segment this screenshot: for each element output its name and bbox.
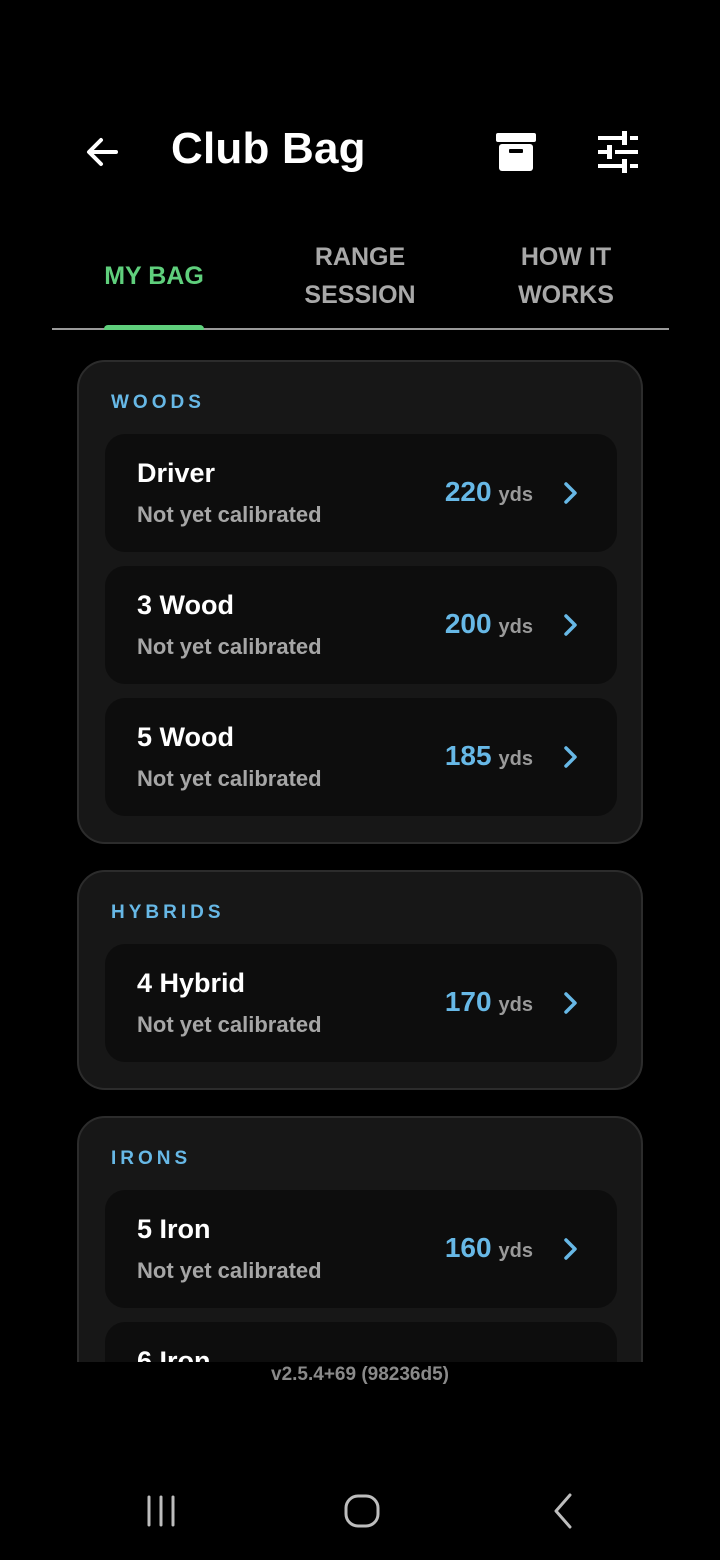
section-hybrids: HYBRIDS 4 Hybrid Not yet calibrated 170 … <box>77 870 643 1090</box>
distance-value: 185 <box>444 740 492 771</box>
club-row-3-wood[interactable]: 3 Wood Not yet calibrated 200 yds <box>105 566 617 684</box>
club-name: 5 Wood <box>137 722 234 752</box>
version-label: v2.5.4+69 (98236d5) <box>271 1364 449 1385</box>
home-button[interactable] <box>332 1486 392 1536</box>
tab-range-session[interactable]: RANGE SESSION <box>258 224 462 328</box>
club-name: Driver <box>137 458 216 488</box>
tab-indicator <box>104 325 204 330</box>
club-distance: 200 yds <box>445 608 533 640</box>
app-bar: Club Bag <box>0 100 720 204</box>
distance-unit: yds <box>498 1240 533 1262</box>
tune-button[interactable] <box>594 128 642 176</box>
club-distance: 160 yds <box>445 1232 533 1264</box>
section-woods: WOODS Driver Not yet calibrated 220 yds … <box>77 360 643 844</box>
club-status: Not yet calibrated <box>137 766 322 791</box>
club-bag-screen: Club Bag MY BAG RANGE SESSION HOW IT WOR… <box>0 0 720 1560</box>
section-title: IRONS <box>111 1148 192 1169</box>
chevron-right-icon <box>564 614 577 636</box>
club-distance: 170 yds <box>445 986 533 1018</box>
club-row-4-hybrid[interactable]: 4 Hybrid Not yet calibrated 170 yds <box>105 944 617 1062</box>
club-name: 3 Wood <box>137 590 234 620</box>
nav-back-icon <box>554 1493 572 1529</box>
distance-unit: yds <box>498 994 533 1016</box>
recent-apps-button[interactable] <box>131 1486 191 1536</box>
club-distance: 185 yds <box>445 740 533 772</box>
club-distance: 220 yds <box>445 476 533 508</box>
back-button[interactable] <box>78 128 126 176</box>
distance-unit: yds <box>498 484 533 506</box>
recent-apps-icon <box>147 1495 175 1527</box>
distance-unit: yds <box>498 748 533 770</box>
section-irons: IRONS 5 Iron Not yet calibrated 160 yds … <box>77 1116 643 1362</box>
club-status: Not yet calibrated <box>137 502 322 527</box>
distance-value: 170 <box>444 986 492 1017</box>
tab-how-it-works[interactable]: HOW IT WORKS <box>464 224 668 328</box>
distance-value: 200 <box>444 608 492 639</box>
home-icon <box>344 1494 380 1528</box>
distance-unit: yds <box>498 616 533 638</box>
tune-icon <box>598 131 638 173</box>
club-name: 6 Iron <box>137 1346 211 1362</box>
arrow-left-icon <box>87 138 118 166</box>
section-title: HYBRIDS <box>111 902 225 923</box>
distance-value: 220 <box>444 476 492 507</box>
tab-my-bag[interactable]: MY BAG <box>52 224 256 328</box>
chevron-right-icon <box>564 746 577 768</box>
chevron-right-icon <box>564 482 577 504</box>
club-list[interactable]: WOODS Driver Not yet calibrated 220 yds … <box>0 360 720 1362</box>
archive-button[interactable] <box>492 128 540 176</box>
chevron-right-icon <box>564 992 577 1014</box>
system-nav-bar <box>0 1470 720 1560</box>
club-row-5-wood[interactable]: 5 Wood Not yet calibrated 185 yds <box>105 698 617 816</box>
chevron-right-icon <box>564 1238 577 1260</box>
section-title: WOODS <box>111 392 205 413</box>
page-title: Club Bag <box>171 124 366 173</box>
club-status: Not yet calibrated <box>137 634 322 659</box>
club-row-driver[interactable]: Driver Not yet calibrated 220 yds <box>105 434 617 552</box>
club-status: Not yet calibrated <box>137 1012 322 1037</box>
club-name: 5 Iron <box>137 1214 211 1244</box>
club-row-6-iron[interactable]: 6 Iron <box>105 1322 617 1362</box>
distance-value: 160 <box>444 1232 492 1263</box>
tab-bar: MY BAG RANGE SESSION HOW IT WORKS <box>52 224 669 330</box>
archive-icon <box>496 133 536 171</box>
club-name: 4 Hybrid <box>137 968 246 998</box>
club-row-5-iron[interactable]: 5 Iron Not yet calibrated 160 yds <box>105 1190 617 1308</box>
club-status: Not yet calibrated <box>137 1258 322 1283</box>
nav-back-button[interactable] <box>534 1486 594 1536</box>
